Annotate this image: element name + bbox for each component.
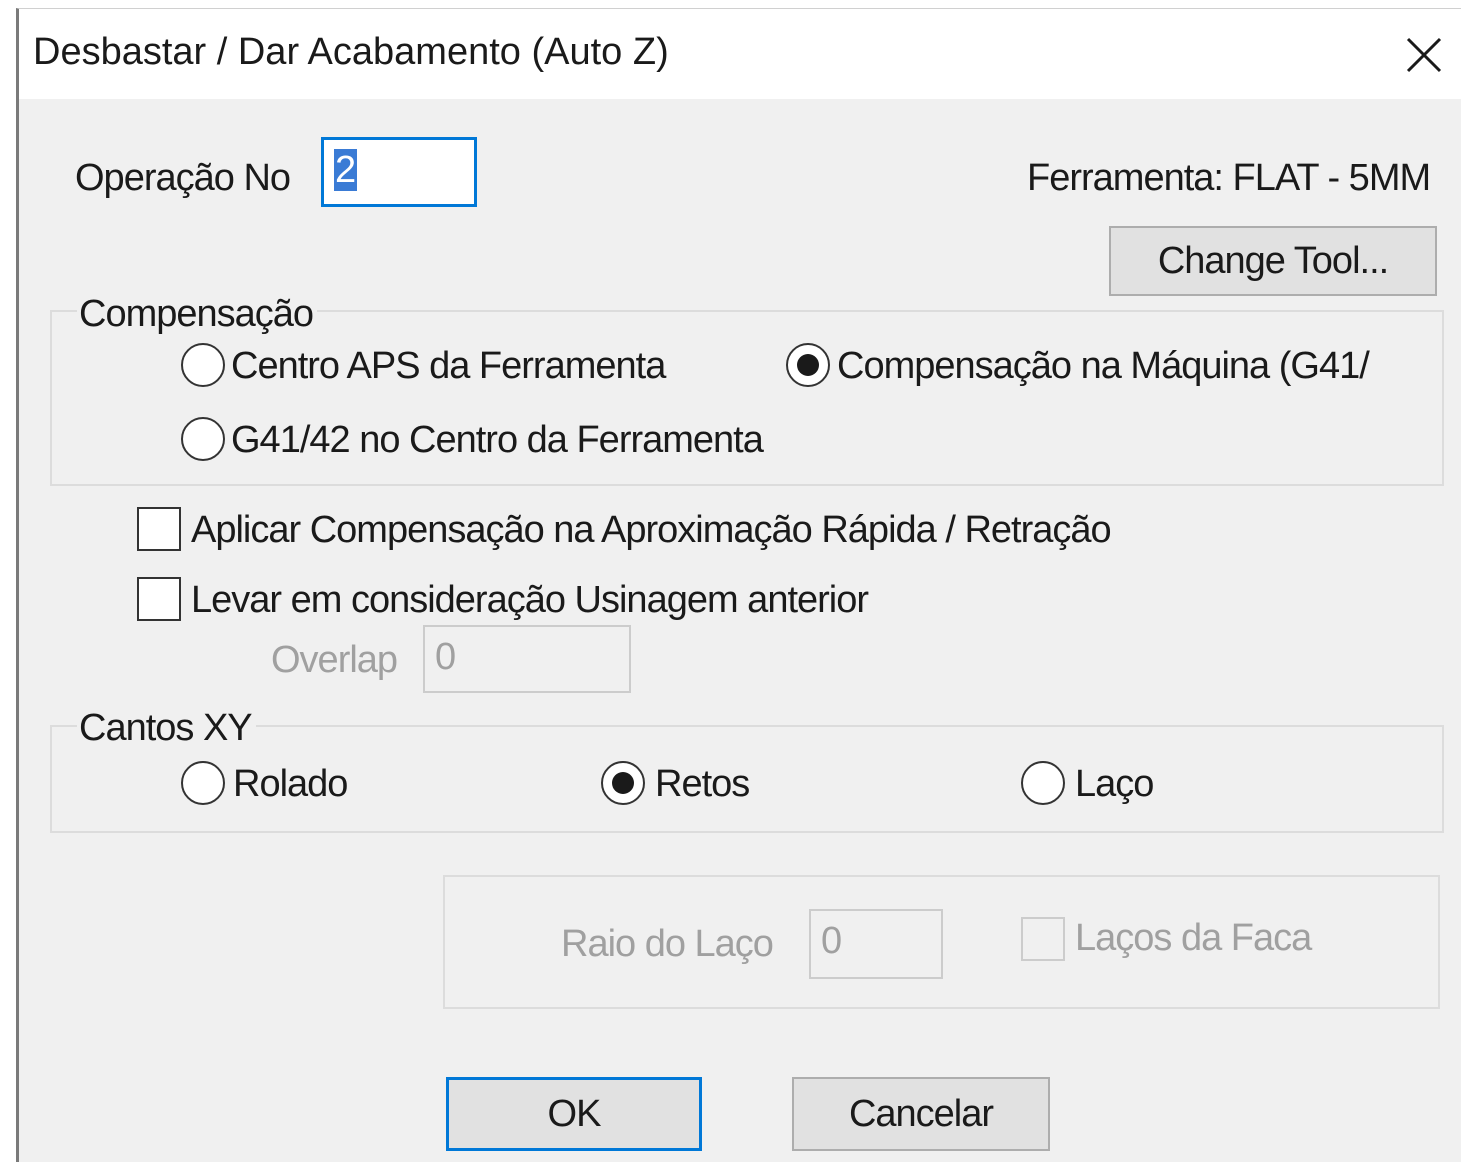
dialog-window: Desbastar / Dar Acabamento (Auto Z) Oper… bbox=[16, 8, 1461, 1162]
window-title: Desbastar / Dar Acabamento (Auto Z) bbox=[33, 31, 669, 73]
radio-tool-center[interactable] bbox=[181, 343, 225, 387]
checkbox-apply-compensation[interactable] bbox=[137, 507, 181, 551]
checkbox-face-loops-label: Laços da Faca bbox=[1075, 917, 1312, 959]
radio-tool-center-label: Centro APS da Ferramenta bbox=[231, 345, 666, 387]
checkbox-apply-compensation-label: Aplicar Compensação na Aproximação Rápid… bbox=[191, 509, 1112, 551]
radio-g41-42-center[interactable] bbox=[181, 417, 225, 461]
loop-radius-value: 0 bbox=[821, 920, 843, 962]
title-bar: Desbastar / Dar Acabamento (Auto Z) bbox=[19, 9, 1461, 99]
radio-dot-1 bbox=[797, 354, 819, 376]
loop-radius-label: Raio do Laço bbox=[561, 923, 774, 965]
operation-label: Operação No bbox=[75, 157, 291, 199]
operation-number-input[interactable]: 2 bbox=[321, 137, 477, 207]
radio-dot-straight bbox=[612, 772, 634, 794]
overlap-value: 0 bbox=[435, 636, 457, 678]
cancel-button[interactable]: Cancelar bbox=[792, 1077, 1050, 1151]
close-button[interactable] bbox=[1385, 9, 1461, 99]
radio-loop[interactable] bbox=[1021, 761, 1065, 805]
radio-g41-42-center-label: G41/42 no Centro da Ferramenta bbox=[231, 419, 764, 461]
radio-machine-compensation[interactable] bbox=[786, 343, 830, 387]
overlap-label: Overlap bbox=[271, 639, 398, 681]
radio-rolled[interactable] bbox=[181, 761, 225, 805]
change-tool-button[interactable]: Change Tool... bbox=[1109, 226, 1437, 296]
radio-machine-compensation-label: Compensação na Máquina (G41/ bbox=[837, 345, 1370, 387]
radio-loop-label: Laço bbox=[1075, 763, 1154, 805]
corners-group-title: Cantos XY bbox=[77, 707, 256, 750]
compensation-group-title: Compensação bbox=[77, 293, 318, 336]
radio-rolled-label: Rolado bbox=[233, 763, 348, 805]
checkbox-previous-machining[interactable] bbox=[137, 577, 181, 621]
tool-label: Ferramenta: FLAT - 5MM bbox=[1027, 157, 1431, 199]
ok-button[interactable]: OK bbox=[446, 1077, 702, 1151]
overlap-input[interactable]: 0 bbox=[423, 625, 631, 693]
checkbox-previous-machining-label: Levar em consideração Usinagem anterior bbox=[191, 579, 869, 621]
radio-straight[interactable] bbox=[601, 761, 645, 805]
operation-number-value: 2 bbox=[334, 149, 358, 191]
radio-straight-label: Retos bbox=[655, 763, 750, 805]
close-icon bbox=[1406, 37, 1442, 73]
loop-radius-input[interactable]: 0 bbox=[809, 909, 943, 979]
checkbox-face-loops[interactable] bbox=[1021, 917, 1065, 961]
